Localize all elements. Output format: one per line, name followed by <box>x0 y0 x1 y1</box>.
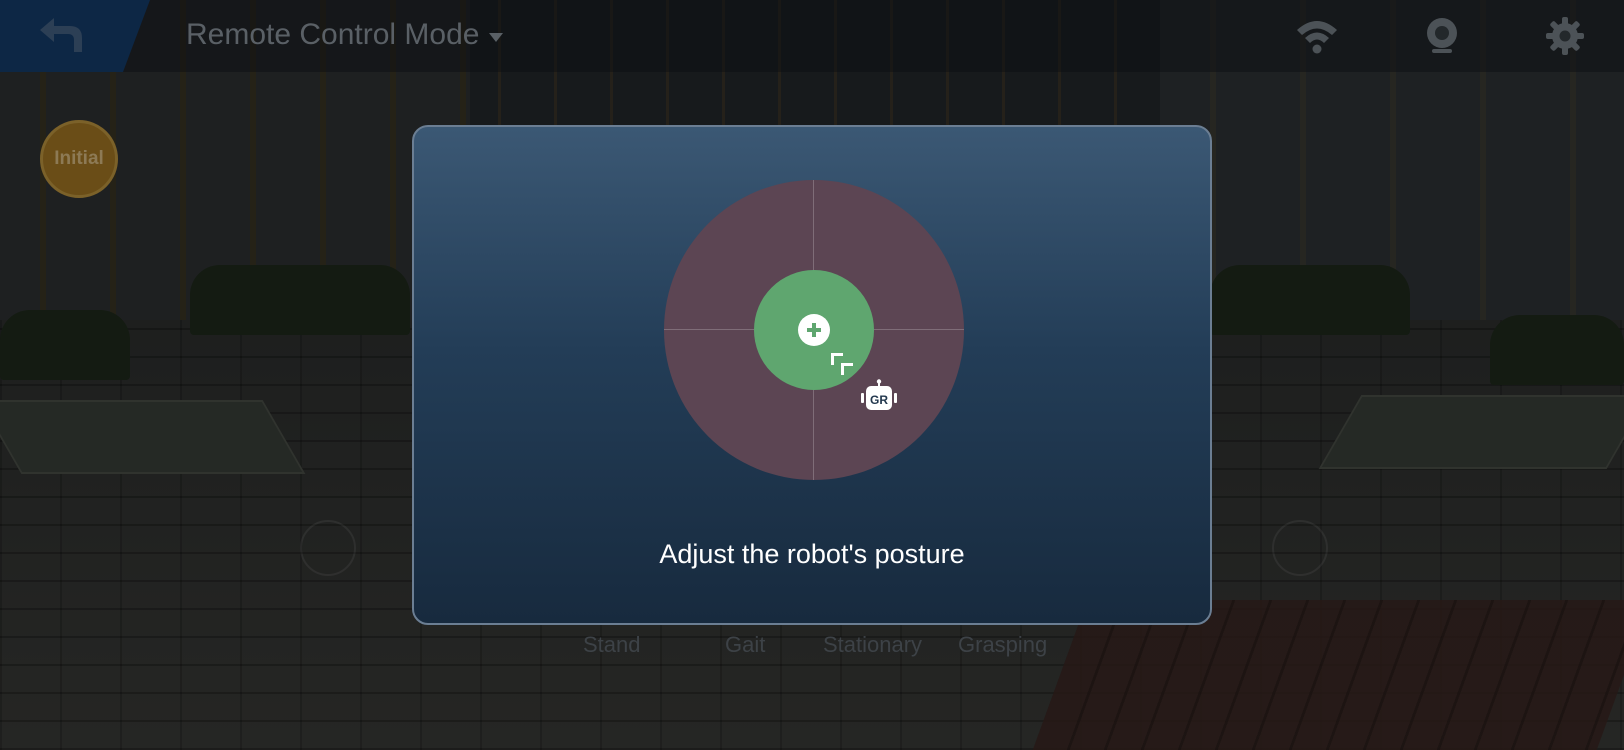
wifi-button[interactable] <box>1295 16 1337 56</box>
tab-grasping[interactable]: Grasping <box>958 632 1047 658</box>
settings-button[interactable] <box>1545 16 1585 56</box>
right-joystick[interactable] <box>1272 520 1328 576</box>
chevron-down-icon <box>489 32 504 42</box>
wifi-icon <box>1297 21 1337 54</box>
back-button[interactable] <box>36 14 86 56</box>
robot-badge: GR <box>870 393 888 407</box>
posture-dial <box>664 180 964 480</box>
left-joystick[interactable] <box>300 520 356 576</box>
corner-bracket-icon <box>831 353 853 375</box>
mode-selector[interactable]: Remote Control Mode <box>186 18 504 52</box>
robot-position-marker[interactable]: GR <box>860 379 898 413</box>
tab-stand[interactable]: Stand <box>583 632 641 658</box>
top-bar: Remote Control Mode <box>0 0 1624 72</box>
mode-label: Remote Control Mode <box>186 18 480 51</box>
initial-label: Initial <box>54 148 104 169</box>
tab-gait[interactable]: Gait <box>725 632 765 658</box>
back-arrow-icon <box>40 18 82 52</box>
tab-stationary[interactable]: Stationary <box>823 632 922 658</box>
gear-icon <box>1546 17 1584 55</box>
posture-dialog: GR Adjust the robot's posture <box>412 125 1212 625</box>
initial-button[interactable]: Initial <box>40 120 118 198</box>
camera-button[interactable] <box>1422 16 1462 56</box>
camera-icon <box>1427 18 1457 53</box>
center-target-icon <box>798 314 830 346</box>
dialog-message: Adjust the robot's posture <box>659 539 965 569</box>
robot-icon: GR <box>861 379 897 410</box>
